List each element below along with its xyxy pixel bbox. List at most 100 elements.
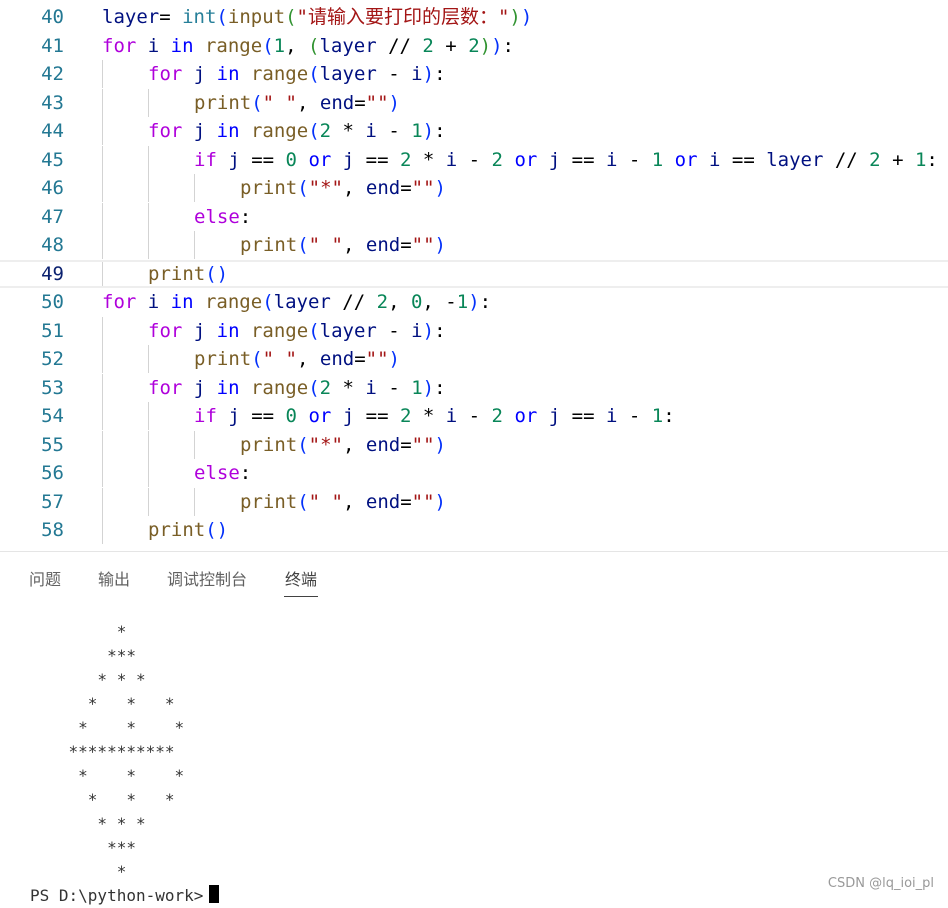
code-text: else: (194, 459, 251, 487)
code-line[interactable]: 44 for j in range(2 * i - 1): (0, 117, 948, 145)
code-line[interactable]: 40 layer= int(input("请输入要打印的层数：")) (0, 3, 948, 31)
code-token: ) (434, 433, 446, 456)
code-token: "" (411, 177, 435, 199)
code-text: if j == 0 or j == 2 * i - 2 or j == i - … (194, 146, 938, 174)
code-token: 1 (651, 148, 675, 171)
indent-guide (102, 88, 103, 117)
code-token: range (250, 376, 309, 399)
code-token: : (663, 405, 675, 427)
code-token: ) (434, 490, 446, 513)
code-line[interactable]: 48 print(" ", end="") (0, 231, 948, 259)
code-text: for j in range(2 * i - 1): (148, 374, 446, 402)
tab-output[interactable]: 输出 (98, 566, 130, 596)
code-token: ( (262, 291, 274, 313)
indent-guide (102, 231, 103, 259)
code-token: == (251, 148, 286, 171)
code-token: ) (422, 319, 435, 342)
line-number: 53 (41, 376, 64, 399)
code-token: end (319, 348, 355, 370)
terminal-prompt-line[interactable]: PS D:\python-work> (30, 884, 220, 908)
code-token: print (240, 177, 298, 199)
code-line[interactable]: 53 for j in range(2 * i - 1): (0, 373, 948, 402)
code-token: 2 (319, 120, 343, 142)
code-line[interactable]: 52 print(" ", end="") (0, 345, 948, 373)
code-token: = (354, 91, 366, 114)
code-token: : (239, 205, 252, 228)
code-text: for j in range(layer - i): (148, 60, 446, 88)
code-token: * (342, 376, 366, 399)
code-line[interactable]: 50 for i in range(layer // 2, 0, -1): (0, 288, 948, 316)
tab-debug-console[interactable]: 调试控制台 (167, 566, 247, 596)
code-token: ( (308, 319, 320, 342)
code-text: print("*", end="") (240, 174, 446, 202)
code-token: i (605, 148, 629, 171)
indent-guide (102, 60, 103, 88)
code-text: for i in range(1, (layer // 2 + 2)): (102, 32, 514, 60)
code-token: j (193, 319, 217, 342)
code-editor[interactable]: 40 layer= int(input("请输入要打印的层数：")) 41 for i… (0, 0, 948, 552)
code-token: ( (297, 177, 309, 199)
code-token: i (411, 63, 423, 85)
code-text: for i in range(layer // 2, 0, -1): (102, 288, 491, 316)
code-line[interactable]: 57 print(" ", end="") (0, 487, 948, 516)
code-token: i (147, 291, 171, 313)
code-text: print(" ", end="") (240, 488, 446, 516)
code-line[interactable]: 54 if j == 0 or j == 2 * i - 2 or j == i … (0, 402, 948, 430)
line-number: 48 (41, 234, 64, 256)
code-token: , (296, 348, 320, 370)
code-token: , (296, 91, 320, 114)
line-number: 58 (41, 519, 64, 541)
code-token: i (411, 319, 423, 342)
code-token: = (400, 234, 412, 256)
code-token: ( (308, 120, 320, 142)
line-number: 42 (41, 63, 64, 85)
code-token: print (148, 519, 206, 541)
code-token: range (250, 63, 309, 85)
terminal-output[interactable]: * *** * * * * * * * * * *********** * * … (0, 620, 948, 905)
code-text: for j in range(2 * i - 1): (148, 117, 446, 145)
code-token: , (388, 291, 411, 313)
code-token: end (365, 177, 401, 199)
code-line[interactable]: 58 print() (0, 516, 948, 544)
code-token: ) (422, 120, 435, 142)
code-line[interactable]: 45 if j == 0 or j == 2 * i - 2 or j == i … (0, 145, 948, 174)
tab-terminal[interactable]: 终端 (284, 566, 319, 597)
code-token: int (182, 6, 217, 28)
code-line[interactable]: 47 else: (0, 202, 948, 231)
code-line[interactable]: 46 print("*", end="") (0, 174, 948, 202)
code-token: or (514, 405, 549, 427)
code-token: ( (297, 433, 309, 456)
code-line[interactable]: 49 print() (0, 259, 948, 288)
line-number: 56 (41, 462, 64, 484)
indent-guide (148, 231, 149, 259)
code-token: - (388, 63, 412, 85)
code-token: for (148, 120, 194, 142)
code-line[interactable]: 42 for j in range(layer - i): (0, 60, 948, 88)
terminal-line: *** (30, 838, 136, 857)
code-token: - (445, 291, 457, 313)
line-number: 57 (41, 490, 64, 513)
code-line[interactable]: 55 print("*", end="") (0, 430, 948, 459)
code-token: 1 (651, 405, 664, 427)
code-text: print(" ", end="") (194, 345, 400, 373)
code-token: 0 (410, 291, 423, 313)
terminal-line: *********** (30, 742, 175, 761)
watermark: CSDN @lq_ioi_pl (827, 876, 934, 891)
code-token: else (194, 205, 240, 228)
code-token: j (193, 376, 217, 399)
code-line[interactable]: 56 else: (0, 459, 948, 487)
code-token: print (194, 91, 252, 114)
code-line[interactable]: 51 for j in range(layer - i): (0, 316, 948, 345)
code-token: end (319, 91, 355, 114)
terminal-prompt: PS D:\python-work> (30, 886, 204, 905)
code-token: "" (411, 490, 435, 513)
tab-problems[interactable]: 问题 (29, 566, 61, 596)
code-token: i (147, 34, 171, 57)
code-line[interactable]: 43 print(" ", end="") (0, 88, 948, 117)
code-token: 2 (399, 148, 423, 171)
code-token: == (571, 148, 606, 171)
code-token: ( (285, 6, 297, 28)
code-token: i (708, 148, 732, 171)
code-line[interactable]: 41 for i in range(1, (layer // 2 + 2)): (0, 32, 948, 60)
indent-guide (148, 88, 149, 117)
